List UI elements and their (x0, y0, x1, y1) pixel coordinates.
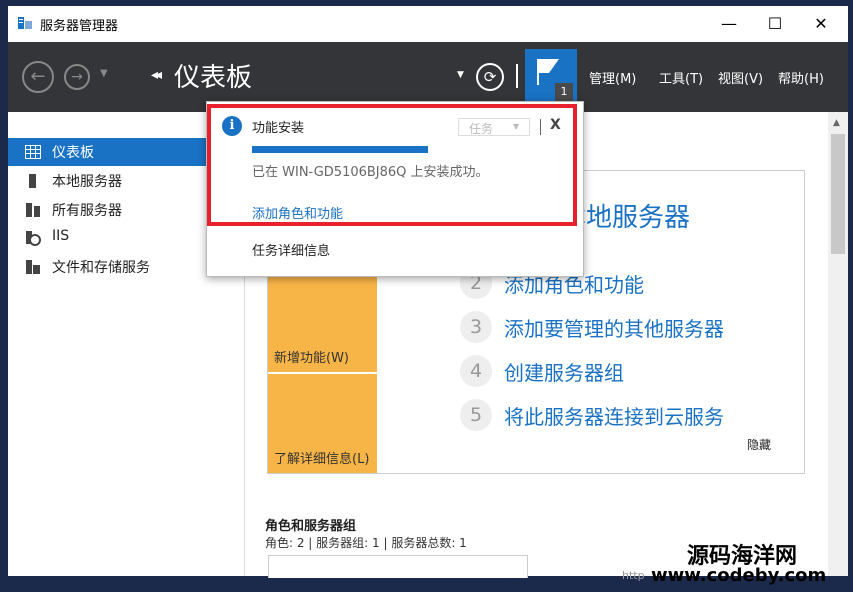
notification-message: 已在 WIN-GD5106BJ86Q 上安装成功。 (252, 165, 489, 180)
server-manager-icon (18, 17, 32, 29)
chevron-down-icon: ▼ (513, 122, 520, 131)
flag-icon (537, 59, 559, 85)
file-storage-icon (26, 260, 40, 274)
refresh-icon[interactable]: ⟳ (476, 63, 504, 91)
breadcrumb-dropdown-icon[interactable]: ▼ (457, 70, 464, 80)
menu-tools[interactable]: 工具(T) (659, 68, 703, 87)
task-dropdown-label: 任务 (469, 122, 494, 136)
notification-divider (540, 119, 541, 135)
history-dropdown-icon[interactable]: ▼ (100, 68, 108, 79)
add-roles-features-link[interactable]: 添加角色和功能 (252, 203, 343, 222)
servers-icon (26, 203, 40, 217)
step-link[interactable]: 创建服务器组 (504, 357, 624, 386)
minimize-button[interactable]: — (706, 10, 752, 38)
title-bar: 服务器管理器 — ☐ ✕ (8, 6, 848, 42)
maximize-button[interactable]: ☐ (752, 10, 798, 38)
header-divider (516, 64, 518, 88)
back-arrow-icon[interactable]: ← (22, 61, 54, 93)
sidebar-item-label: 仪表板 (52, 145, 94, 161)
iis-icon (26, 231, 41, 246)
breadcrumb: 仪表板 (174, 63, 253, 93)
watermark-domain: www.codeby.com (651, 565, 827, 586)
server-icon (29, 174, 36, 188)
notification-title: 功能安装 (252, 121, 305, 136)
close-notification-button[interactable]: X (550, 117, 561, 133)
close-button[interactable]: ✕ (798, 10, 844, 38)
menu-help[interactable]: 帮助(H) (778, 68, 824, 87)
tile-label: 新增功能(W) (274, 351, 349, 366)
scroll-up-icon[interactable]: ▲ (833, 118, 840, 128)
sidebar-item-label: 所有服务器 (52, 203, 122, 219)
sidebar-item-label: 本地服务器 (52, 174, 122, 190)
hide-link[interactable]: 隐藏 (747, 436, 771, 453)
tile-label: 了解详细信息(L) (274, 452, 370, 467)
sidebar-item-label: 文件和存储服务 (52, 260, 150, 276)
window-title: 服务器管理器 (40, 19, 119, 34)
task-details-link[interactable]: 任务详细信息 (252, 240, 330, 259)
sidebar-item-label: IIS (52, 228, 70, 244)
step-number: 5 (460, 399, 492, 431)
watermark-url: http (622, 569, 645, 582)
dashboard-grid-icon (25, 145, 41, 159)
scrollbar-thumb[interactable] (831, 134, 845, 254)
vertical-scrollbar[interactable]: ▲ (828, 112, 848, 576)
learn-more-tile[interactable]: 了解详细信息(L) (268, 374, 377, 473)
step-number: 3 (460, 311, 492, 343)
step-link[interactable]: 将此服务器连接到云服务 (504, 401, 724, 430)
info-icon: i (222, 116, 242, 136)
breadcrumb-arrows-icon: ◂◂ (151, 67, 162, 83)
step-number: 4 (460, 355, 492, 387)
menu-view[interactable]: 视图(V) (718, 68, 763, 87)
progress-bar (252, 146, 428, 153)
whats-new-tile[interactable]: 新增功能(W) (268, 272, 377, 372)
notification-count-badge: 1 (555, 83, 573, 101)
task-dropdown[interactable]: 任务 ▼ (458, 118, 530, 136)
forward-arrow-icon[interactable]: → (64, 64, 90, 90)
role-tile[interactable] (268, 555, 528, 578)
roles-summary: 角色: 2 | 服务器组: 1 | 服务器总数: 1 (265, 536, 467, 550)
roles-heading: 角色和服务器组 (265, 519, 357, 534)
step-link[interactable]: 添加要管理的其他服务器 (504, 313, 724, 342)
menu-manage[interactable]: 管理(M) (589, 68, 636, 87)
